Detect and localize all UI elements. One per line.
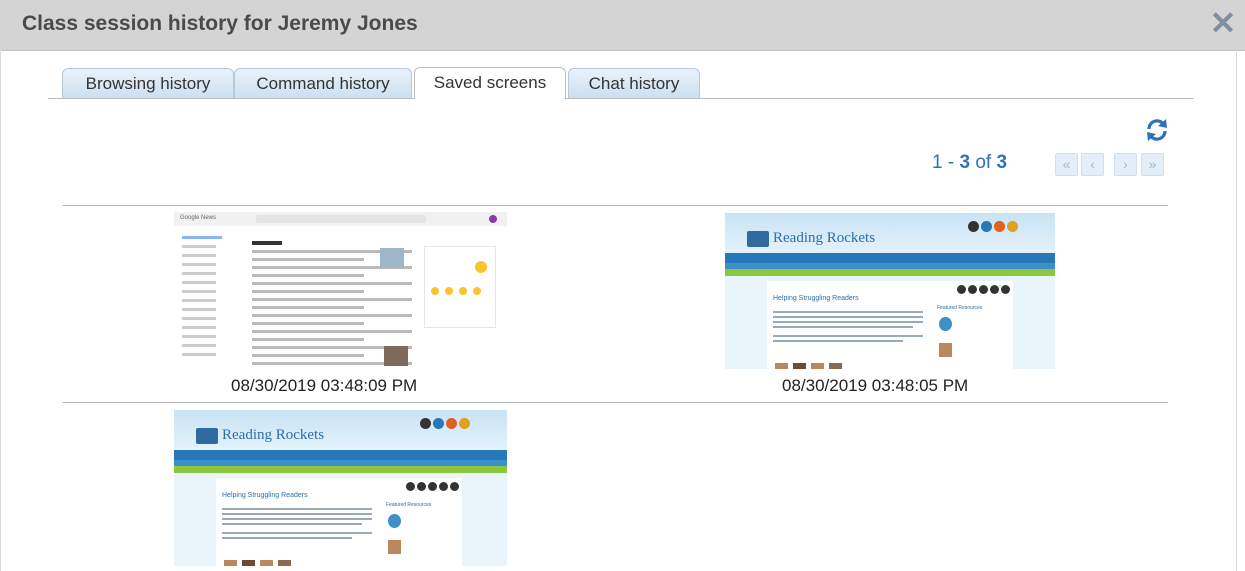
prev-page-button[interactable]: ‹ [1081,153,1104,176]
social-icon [446,418,457,429]
pager-range-sep: - [942,152,960,173]
refresh-icon[interactable] [1143,116,1171,144]
browser-toolbar: Google News [174,212,507,226]
tab-command-history[interactable]: Command history [234,68,412,98]
tab-chat-history[interactable]: Chat history [568,68,700,98]
sun-icon [475,261,487,273]
site-nav [174,450,507,460]
weather-card [424,246,496,328]
google-news-logo: Google News [180,215,217,221]
social-icon [459,418,470,429]
social-icon [994,221,1005,232]
social-icon [433,418,444,429]
sun-icon [459,287,467,295]
dialog-right-border [1236,50,1237,571]
next-page-button[interactable]: › [1114,153,1137,176]
featured-heading: Featured Resources [937,305,983,311]
social-icon [981,221,992,232]
first-page-button[interactable]: « [1055,153,1078,176]
article-heading: Helping Struggling Readers [222,492,308,499]
site-logo-text: Reading Rockets [773,230,876,246]
tab-strip: Browsing history Command history Saved s… [48,67,1194,99]
tab-saved-screens[interactable]: Saved screens [414,67,566,99]
sun-icon [445,287,453,295]
sun-icon [431,287,439,295]
dialog-titlebar: Class session history for Jeremy Jones ✕ [0,0,1245,51]
featured-heading: Featured Resources [386,502,432,508]
pager-of: of [970,152,997,173]
news-sidebar [174,230,234,370]
social-icon [420,418,431,429]
screen-timestamp: 08/30/2019 03:48:09 PM [231,376,418,395]
sun-icon [473,287,481,295]
book-logo-icon [747,231,769,247]
site-logo-text: Reading Rockets [222,427,325,443]
social-icon [968,221,979,232]
avatar [489,215,497,223]
search-bar [256,215,426,223]
site-green-bar [174,466,507,473]
news-image [380,248,404,268]
tab-browsing-history[interactable]: Browsing history [62,68,234,98]
dialog-left-border [0,50,1,571]
saved-screen-thumbnail[interactable]: Google News [174,212,507,370]
screen-timestamp: 08/30/2019 03:48:05 PM [782,376,969,395]
session-history-dialog: Class session history for Jeremy Jones ✕… [0,0,1245,571]
divider [62,205,1168,206]
pager-total: 3 [996,152,1008,173]
social-icon [1007,221,1018,232]
site-nav [725,253,1055,263]
last-page-button[interactable]: » [1141,153,1164,176]
saved-screen-thumbnail[interactable]: Reading Rockets Helping Struggling Reade… [174,410,507,566]
close-icon[interactable]: ✕ [1207,7,1239,39]
pager-summary: 1 - 3 of 3 [932,152,1007,174]
page-content: Helping Struggling Readers Featured Reso… [216,478,462,566]
pager-range-end: 3 [959,152,971,173]
dialog-title: Class session history for Jeremy Jones [22,12,418,35]
pager-range-start: 1 [932,152,943,173]
saved-screen-thumbnail[interactable]: Reading Rockets Helping Struggling Reade… [725,213,1055,369]
book-logo-icon [196,428,218,444]
page-content: Helping Struggling Readers Featured Reso… [767,281,1013,369]
site-green-bar [725,269,1055,276]
divider [62,402,1168,403]
news-image [384,346,408,366]
article-heading: Helping Struggling Readers [773,295,859,302]
